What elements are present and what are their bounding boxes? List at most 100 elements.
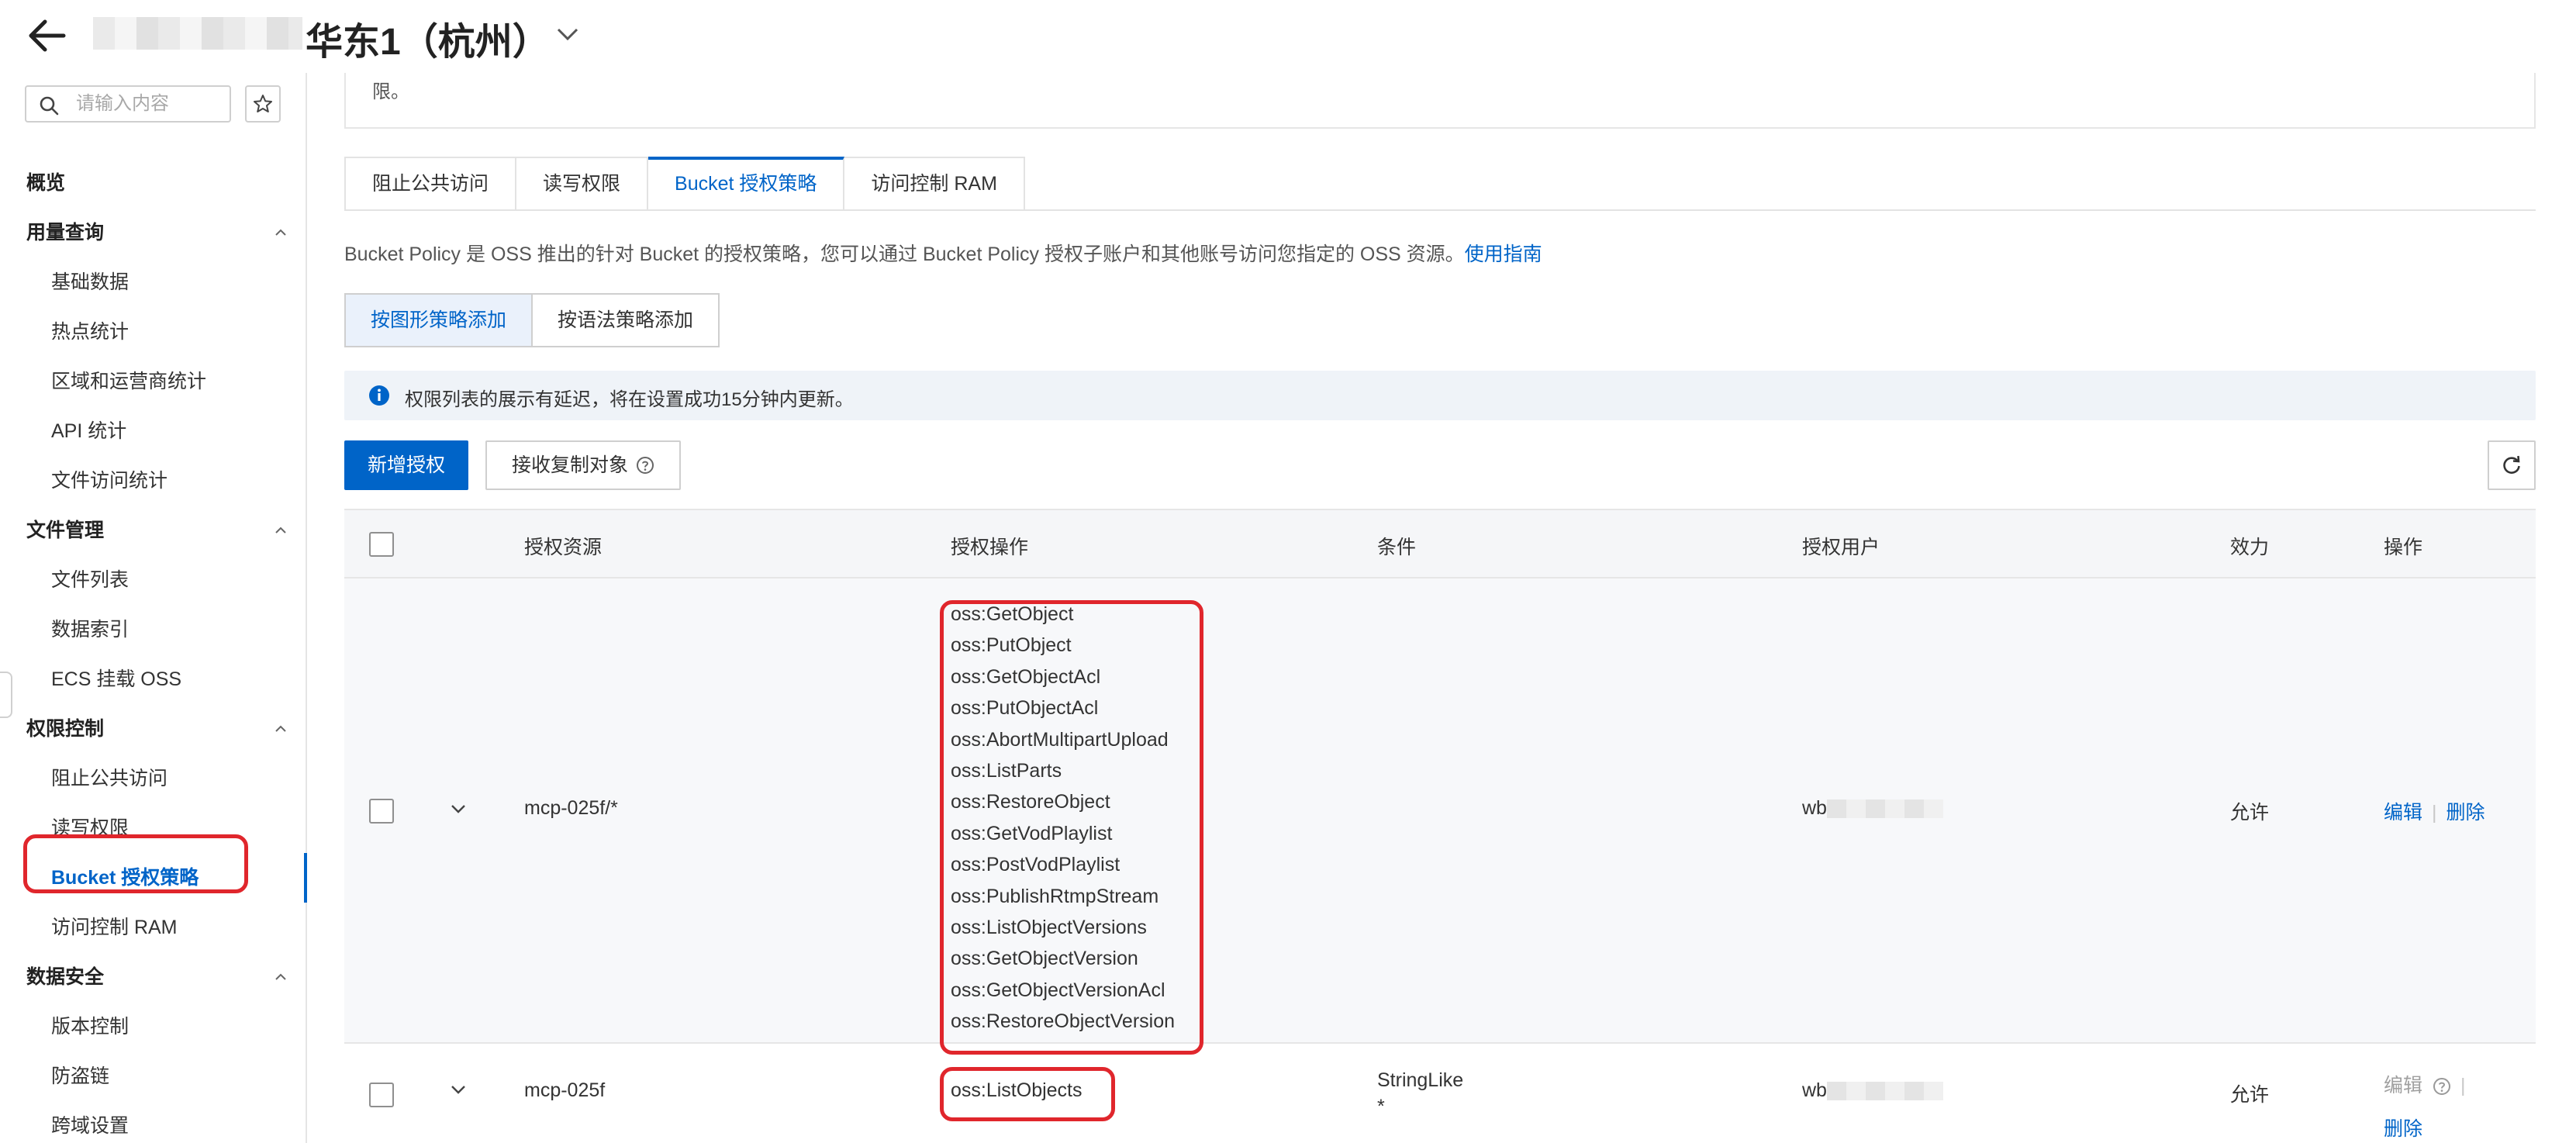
table-row: mcp-025f oss:ListObjects StringLike * wb… [344,1044,2536,1143]
action-item: oss:PostVodPlaylist [951,854,1121,876]
action-item: oss:AbortMultipartUpload [951,728,1169,751]
intro-card: 限。 [344,73,2536,129]
effect-cell: 允许 [2230,1084,2270,1106]
row-checkbox[interactable] [369,799,394,824]
refresh-button[interactable] [2488,440,2536,490]
policy-table: 授权资源 授权操作 条件 授权用户 效力 操作 mcp-025f/* oss:G… [344,509,2536,1143]
receive-replication-button[interactable]: 接收复制对象 [485,440,682,490]
col-actions: 授权操作 [951,537,1029,558]
action-item: oss:PutObjectAcl [951,697,1099,720]
action-item: oss:ListParts [951,760,1062,782]
help-icon[interactable] [2433,1077,2451,1096]
sidebar-group-usage[interactable]: 用量查询 [0,208,306,257]
tab-divider [344,209,2536,211]
sidebar-item-overview[interactable]: 概览 [0,158,306,208]
action-item: oss:GetObject [951,603,1074,625]
sidebar-item-api-stats[interactable]: API 统计 [0,406,306,456]
graphical-policy-button[interactable]: 按图形策略添加 [344,293,534,347]
sidebar-item-cors[interactable]: 跨域设置 [0,1101,306,1143]
col-operations: 操作 [2384,537,2423,558]
sidebar-item-bucket-policy[interactable]: Bucket 授权策略 [0,853,307,903]
action-item: oss:PublishRtmpStream [951,885,1159,907]
sidebar-item-data-index[interactable]: 数据索引 [0,605,306,654]
condition-cell: StringLike * [1377,1069,1464,1117]
search-input[interactable] [76,92,223,116]
expand-chevron-icon[interactable] [448,1079,468,1100]
select-all-checkbox[interactable] [369,532,394,557]
collapse-sidebar-handle[interactable] [0,672,12,718]
sidebar-item-versioning[interactable]: 版本控制 [0,1002,306,1051]
top-header: 华东1（杭州） [0,0,2576,73]
sidebar-group-data-security[interactable]: 数据安全 [0,952,306,1002]
sidebar-item-region-isp-stats[interactable]: 区域和运营商统计 [0,357,306,406]
sidebar-item-hotlink-protection[interactable]: 防盗链 [0,1051,306,1101]
search-icon [40,96,59,116]
chevron-down-icon[interactable] [552,19,583,50]
row-checkbox[interactable] [369,1083,394,1107]
sidebar-item-file-access-stats[interactable]: 文件访问统计 [0,456,306,506]
chevron-up-icon [275,725,286,732]
user-cell: wb [1802,797,1943,820]
sidebar-search[interactable] [25,85,231,123]
sidebar-group-file-management[interactable]: 文件管理 [0,506,306,555]
region-title: 华东1（杭州） [306,22,550,63]
table-row: mcp-025f/* oss:GetObject oss:PutObject o… [344,578,2536,1044]
chevron-up-icon [275,527,286,534]
help-icon [637,457,654,474]
actions-cell: oss:ListObjects [951,1079,1083,1101]
delete-link[interactable]: 删除 [2447,802,2485,824]
bucket-name-redacted [93,17,302,50]
expand-chevron-icon[interactable] [448,799,468,819]
user-redacted [1826,799,1943,819]
sidebar-item-block-public-access[interactable]: 阻止公共访问 [0,754,306,803]
sidebar-item-ram[interactable]: 访问控制 RAM [0,903,306,952]
effect-cell: 允许 [2230,802,2270,824]
resource-cell: mcp-025f/* [524,797,618,819]
action-item: oss:GetObjectVersionAcl [951,979,1165,1001]
sidebar-nav: 概览 用量查询 基础数据 热点统计 区域和运营商统计 API 统计 文件访问统计… [0,158,307,1143]
sidebar-item-file-list[interactable]: 文件列表 [0,555,306,605]
favorite-star-icon[interactable] [245,85,281,123]
edit-link[interactable]: 编辑 [2384,802,2422,824]
permission-tabs: 阻止公共访问 读写权限 Bucket 授权策略 访问控制 RAM [344,157,1025,211]
refresh-icon [2503,455,2520,474]
syntax-policy-button[interactable]: 按语法策略添加 [533,293,720,347]
action-item: oss:PutObject [951,634,1072,657]
col-user: 授权用户 [1802,537,1880,558]
usage-guide-link[interactable]: 使用指南 [1465,243,1542,265]
operations-cell: 编辑 | 删除 [2384,802,2485,824]
sidebar-group-permission-control[interactable]: 权限控制 [0,704,306,754]
edit-link-disabled: 编辑 [2384,1075,2423,1096]
action-item: oss:RestoreObject [951,791,1110,813]
sidebar-item-ecs-mount[interactable]: ECS 挂载 OSS [0,654,306,704]
user-cell: wb [1802,1079,1943,1102]
tab-ram[interactable]: 访问控制 RAM [844,157,1025,211]
back-arrow-icon[interactable] [25,14,71,57]
operations-cell: 编辑 | 删除 [2384,1075,2466,1140]
chevron-up-icon [275,973,286,980]
sidebar-item-basic-data[interactable]: 基础数据 [0,257,306,307]
action-item: oss:GetObjectVersion [951,948,1138,970]
col-condition: 条件 [1377,537,1417,558]
chevron-up-icon [275,229,286,236]
table-header: 授权资源 授权操作 条件 授权用户 效力 操作 [344,509,2536,578]
sidebar-item-hotspot-stats[interactable]: 热点统计 [0,307,306,357]
delete-link[interactable]: 删除 [2384,1118,2422,1140]
add-authorization-button[interactable]: 新增授权 [344,440,469,490]
policy-description: Bucket Policy 是 OSS 推出的针对 Bucket 的授权策略，您… [344,243,1542,265]
col-resource: 授权资源 [524,537,603,558]
action-item: oss:ListObjectVersions [951,917,1147,939]
action-item: oss:GetObjectAcl [951,665,1101,688]
actions-cell: oss:GetObject oss:PutObject oss:GetObjec… [951,599,1175,1038]
sidebar-item-read-write-permission[interactable]: 读写权限 [0,803,306,853]
action-item: oss:GetVodPlaylist [951,822,1113,844]
delay-notice: 权限列表的展示有延迟，将在设置成功15分钟内更新。 [344,371,2536,420]
policy-mode-switch: 按图形策略添加 按语法策略添加 [344,293,720,347]
action-item: oss:RestoreObjectVersion [951,1010,1176,1033]
main-content: 限。 阻止公共访问 读写权限 Bucket 授权策略 访问控制 RAM Buck… [344,73,2536,1143]
info-icon [369,385,389,406]
tab-read-write-permission[interactable]: 读写权限 [516,157,649,211]
tab-block-public-access[interactable]: 阻止公共访问 [344,157,517,211]
tab-bucket-policy[interactable]: Bucket 授权策略 [648,157,845,211]
user-redacted [1826,1082,1943,1101]
